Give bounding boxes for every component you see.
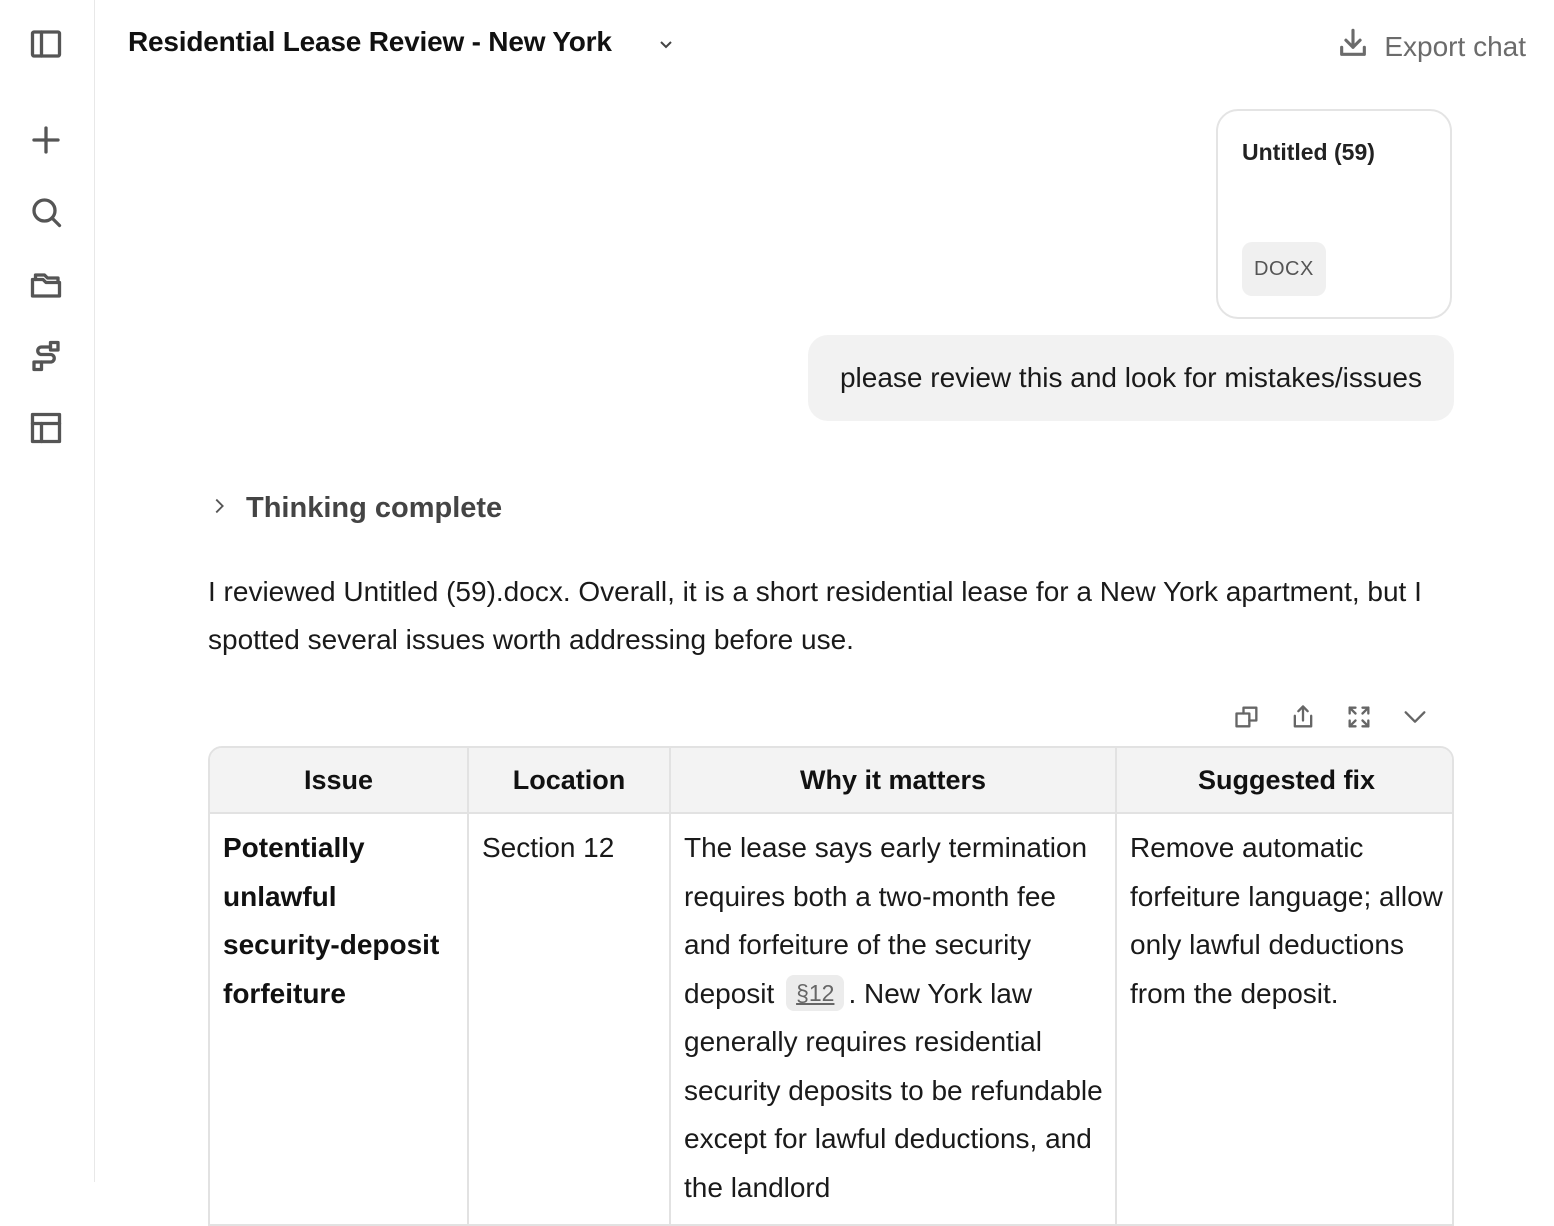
attachment-name: Untitled (59)	[1242, 139, 1375, 165]
assistant-message: I reviewed Untitled (59).docx. Overall, …	[208, 576, 1422, 655]
thinking-toggle[interactable]: Thinking complete	[208, 492, 502, 525]
thinking-label: Thinking complete	[246, 492, 503, 524]
cell-fix: Remove automatic forfeiture language; al…	[1130, 832, 1443, 1009]
cell-why: The lease says early termination require…	[670, 813, 1117, 1224]
column-header-why: Why it matters	[670, 748, 1117, 814]
cell-issue: Potentially unlawful security-deposit fo…	[210, 813, 469, 1224]
chevron-right-icon	[208, 492, 230, 525]
search-icon[interactable]	[26, 192, 66, 232]
cell-why-text-cont: . New York law generally requires reside…	[684, 977, 1103, 1203]
plus-icon[interactable]	[26, 120, 66, 160]
share-icon[interactable]	[1288, 700, 1318, 734]
export-chat-label: Export chat	[1384, 30, 1526, 62]
folders-icon[interactable]	[26, 264, 66, 304]
file-type-badge: DOCX	[1242, 242, 1326, 296]
page-title: Residential Lease Review - New York	[128, 26, 612, 57]
download-icon	[1336, 26, 1370, 67]
issues-table: Issue Location Why it matters Suggested …	[208, 746, 1454, 1226]
sidebar-toggle-icon[interactable]	[26, 24, 66, 64]
table-icon[interactable]	[26, 408, 66, 448]
column-header-fix: Suggested fix	[1116, 748, 1452, 814]
column-header-issue: Issue	[210, 748, 469, 814]
copy-icon[interactable]	[1232, 700, 1262, 734]
user-message: please review this and look for mistakes…	[807, 335, 1454, 421]
column-header-location: Location	[468, 748, 671, 814]
chevron-down-icon[interactable]	[654, 32, 678, 56]
export-chat-button[interactable]: Export chat	[1336, 26, 1526, 67]
table-toolbar	[1232, 700, 1430, 734]
chevron-down-icon[interactable]	[1400, 700, 1430, 734]
cell-location: Section 12	[468, 813, 671, 1224]
expand-icon[interactable]	[1344, 700, 1374, 734]
workflow-icon[interactable]	[26, 336, 66, 376]
citation-chip[interactable]: §12	[786, 974, 845, 1011]
table-row: Potentially unlawful security-deposit fo…	[210, 813, 1452, 1224]
sidebar	[0, 0, 95, 1182]
attachment-card[interactable]: Untitled (59) DOCX	[1216, 109, 1452, 319]
